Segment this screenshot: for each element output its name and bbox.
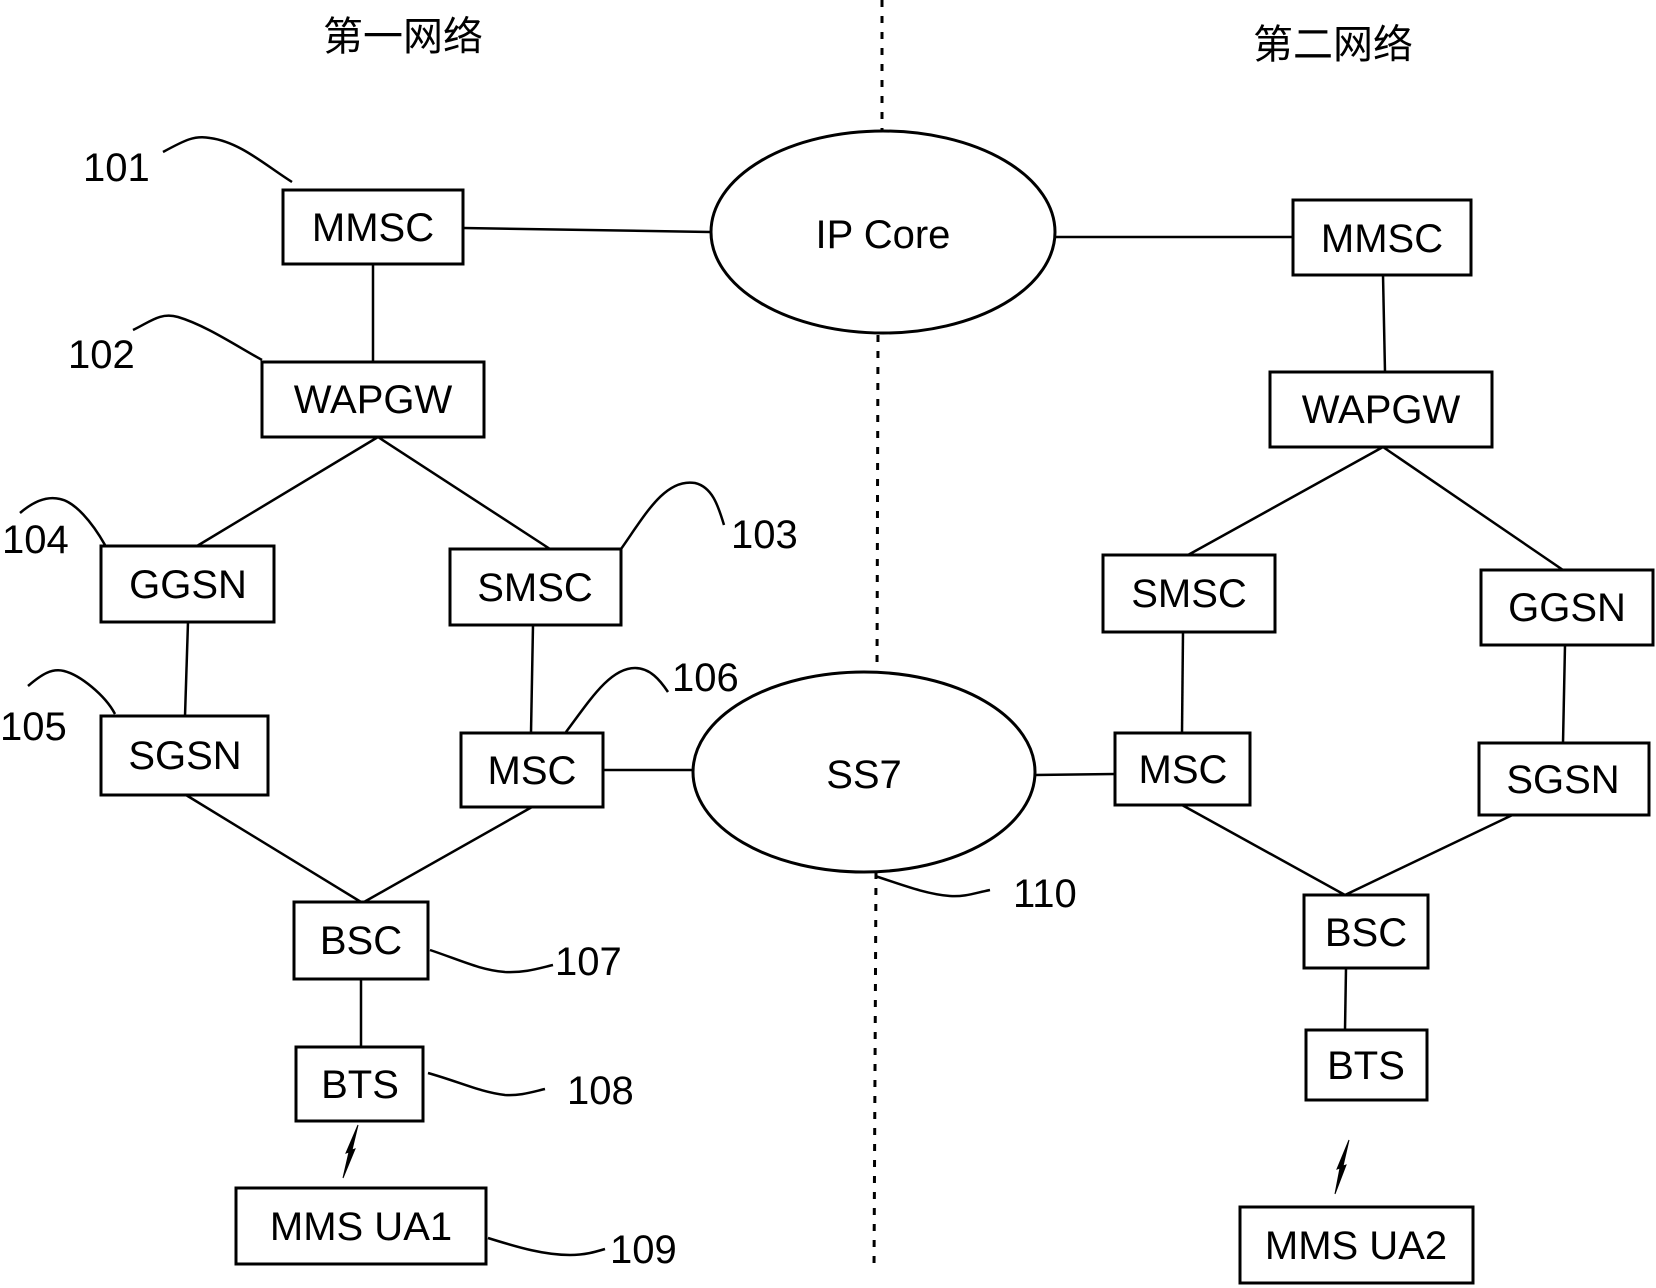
bsc1-label: BSC xyxy=(320,919,402,963)
ggsn1-node: GGSN xyxy=(99,544,276,624)
mms-ua1-label: MMS UA1 xyxy=(270,1205,452,1249)
link-wapgw2-smsc2 xyxy=(1187,445,1384,557)
smsc2-node: SMSC xyxy=(1101,553,1277,634)
mmsc1-label: MMSC xyxy=(312,206,434,250)
link-bsc2-bts2 xyxy=(1343,967,1348,1031)
sgsn1-node: SGSN xyxy=(99,714,270,797)
ref-110: 110 xyxy=(1013,872,1077,916)
leader-109 xyxy=(487,1236,606,1257)
link-ggsn1-sgsn1 xyxy=(183,621,190,717)
link-ss7-msc2 xyxy=(1033,772,1116,777)
link-sgsn1-bsc1 xyxy=(185,793,362,904)
network-divider-middle xyxy=(875,334,880,673)
ref-109: 109 xyxy=(610,1228,677,1272)
ref-102: 102 xyxy=(68,333,135,377)
ip-core-node: IP Core xyxy=(709,129,1057,335)
ref-107: 107 xyxy=(555,940,622,984)
wireless-link-icon-1 xyxy=(342,1124,359,1179)
msc1-node: MSC xyxy=(459,731,605,809)
smsc1-node: SMSC xyxy=(448,547,623,627)
first-network-title: 第一网络 xyxy=(323,14,483,60)
mms-ua2-label: MMS UA2 xyxy=(1265,1224,1447,1268)
smsc1-label: SMSC xyxy=(477,566,593,610)
msc1-label: MSC xyxy=(488,749,577,793)
link-wapgw1-ggsn1 xyxy=(196,435,379,548)
leader-107 xyxy=(429,948,554,974)
ss7-label: SS7 xyxy=(826,753,902,797)
ip-core-label: IP Core xyxy=(816,213,951,257)
link-ggsn2-sgsn2 xyxy=(1561,644,1567,744)
mms-ua1-node: MMS UA1 xyxy=(234,1186,488,1266)
msc2-node: MSC xyxy=(1113,731,1252,807)
mmsc1-node: MMSC xyxy=(281,188,465,266)
bts1-label: BTS xyxy=(321,1063,399,1107)
sgsn1-label: SGSN xyxy=(128,734,241,778)
sgsn2-node: SGSN xyxy=(1477,741,1651,817)
leader-106 xyxy=(564,666,670,733)
leader-101 xyxy=(162,135,293,184)
bts2-label: BTS xyxy=(1327,1044,1405,1088)
network-divider-bottom xyxy=(872,871,878,1271)
wapgw1-label: WAPGW xyxy=(294,378,453,422)
ggsn1-label: GGSN xyxy=(129,563,247,607)
leader-102 xyxy=(132,314,263,362)
wapgw1-node: WAPGW xyxy=(260,360,486,439)
wapgw2-label: WAPGW xyxy=(1302,388,1461,432)
bts2-node: BTS xyxy=(1304,1028,1429,1102)
ref-108: 108 xyxy=(567,1069,634,1113)
bsc1-node: BSC xyxy=(292,900,430,981)
ref-106: 106 xyxy=(672,656,739,700)
link-wapgw2-ggsn2 xyxy=(1382,445,1564,572)
mmsc2-label: MMSC xyxy=(1321,217,1443,261)
mms-ua2-node: MMS UA2 xyxy=(1238,1205,1475,1285)
link-wapgw1-smsc1 xyxy=(377,435,551,551)
ref-104: 104 xyxy=(2,518,69,562)
wapgw2-node: WAPGW xyxy=(1268,370,1494,449)
link-mmsc1-ipcore xyxy=(462,226,711,234)
leader-110 xyxy=(874,874,991,898)
ref-105: 105 xyxy=(0,705,67,749)
ggsn2-label: GGSN xyxy=(1508,586,1626,630)
leader-103 xyxy=(619,481,726,550)
link-mmsc2-wapgw2 xyxy=(1381,274,1387,373)
msc2-label: MSC xyxy=(1139,748,1228,792)
link-sgsn2-bsc2 xyxy=(1344,806,1528,897)
mmsc2-node: MMSC xyxy=(1291,198,1473,277)
link-msc1-bsc1 xyxy=(363,805,533,904)
smsc2-label: SMSC xyxy=(1131,572,1247,616)
ss7-node: SS7 xyxy=(691,670,1037,874)
bts1-node: BTS xyxy=(294,1045,425,1123)
link-smsc1-msc1 xyxy=(529,624,535,734)
ref-103: 103 xyxy=(731,513,798,557)
ref-101: 101 xyxy=(83,146,150,190)
leader-108 xyxy=(427,1071,546,1097)
link-msc2-bsc2 xyxy=(1181,803,1346,897)
bsc2-label: BSC xyxy=(1325,911,1407,955)
wireless-link-icon-2 xyxy=(1334,1139,1350,1195)
second-network-title: 第二网络 xyxy=(1253,22,1413,68)
sgsn2-label: SGSN xyxy=(1506,758,1619,802)
ggsn2-node: GGSN xyxy=(1479,568,1655,647)
link-smsc2-msc2 xyxy=(1180,631,1185,734)
bsc2-node: BSC xyxy=(1302,893,1430,970)
network-diagram: 第一网络 第二网络 IP Core SS7 MMSC WAPGW GGSN SM… xyxy=(0,0,1656,1288)
